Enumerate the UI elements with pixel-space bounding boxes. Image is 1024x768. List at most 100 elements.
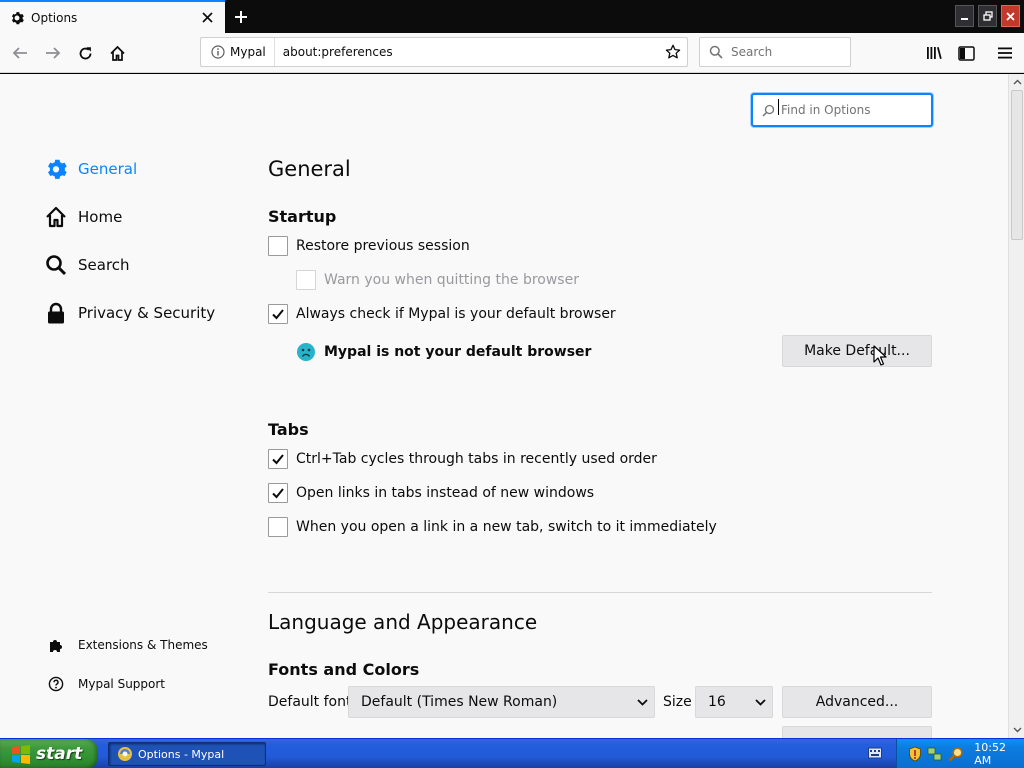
bookmark-star-icon[interactable] — [659, 44, 687, 60]
colors-button[interactable] — [782, 726, 932, 738]
identity-box[interactable]: Mypal — [201, 38, 275, 66]
sidebar-toggle-button[interactable] — [952, 39, 980, 67]
checkmark-icon — [272, 309, 284, 320]
footer-link-label: Mypal Support — [78, 677, 166, 691]
hamburger-menu-icon — [998, 47, 1012, 59]
url-bar[interactable]: Mypal about:preferences — [200, 37, 688, 67]
clock[interactable]: 10:52 AM — [974, 741, 1024, 767]
language-appearance-heading: Language and Appearance — [268, 610, 538, 634]
tabs-heading: Tabs — [268, 420, 309, 439]
forward-arrow-icon — [46, 47, 61, 59]
startup-heading: Startup — [268, 207, 337, 226]
search-tray-icon[interactable] — [948, 746, 964, 762]
windows-taskbar: start Options - Mypal 10:52 AM — [0, 738, 1024, 768]
taskbar-item-mypal[interactable]: Options - Mypal — [108, 742, 266, 766]
windows-logo-icon — [12, 745, 30, 764]
library-icon — [927, 47, 942, 59]
checkbox-label: When you open a link in a new tab, switc… — [296, 519, 717, 535]
text-caret — [778, 99, 779, 115]
checkbox-box[interactable] — [268, 449, 288, 469]
gear-icon — [44, 157, 68, 181]
network-icon[interactable] — [927, 746, 943, 762]
fonts-colors-heading: Fonts and Colors — [268, 660, 420, 679]
check-default-checkbox[interactable]: Always check if Mypal is your default br… — [268, 304, 616, 324]
gear-icon — [9, 10, 25, 26]
category-privacy-security[interactable]: Privacy & Security — [44, 301, 215, 325]
checkbox-box[interactable] — [268, 517, 288, 537]
home-button[interactable] — [103, 39, 131, 67]
start-button[interactable]: start — [0, 739, 98, 768]
search-icon — [709, 45, 723, 59]
restore-session-checkbox[interactable]: Restore previous session — [268, 236, 470, 256]
reload-button[interactable] — [71, 39, 99, 67]
page-title: General — [268, 157, 351, 181]
sidebar-icon — [957, 45, 975, 61]
checkmark-icon — [272, 488, 284, 499]
keyboard-icon[interactable] — [868, 747, 882, 759]
category-general[interactable]: General — [44, 157, 137, 181]
home-icon — [109, 45, 125, 61]
navigation-toolbar: Mypal about:preferences Search — [0, 33, 1024, 73]
checkbox-box[interactable] — [268, 304, 288, 324]
vertical-scrollbar[interactable] — [1008, 74, 1024, 738]
checkbox-label: Ctrl+Tab cycles through tabs in recently… — [296, 451, 657, 467]
category-label: Home — [78, 208, 123, 226]
tab-title: Options — [31, 10, 78, 25]
checkbox-box[interactable] — [268, 483, 288, 503]
select-value: Default (Times New Roman) — [361, 694, 558, 710]
home-icon — [44, 205, 68, 229]
checkmark-icon — [272, 454, 284, 465]
chevron-down-icon — [630, 698, 654, 706]
lock-icon — [44, 301, 68, 325]
advanced-fonts-button[interactable]: Advanced... — [782, 686, 932, 718]
shield-icon[interactable] — [907, 746, 922, 762]
search-bar[interactable]: Search — [699, 37, 851, 67]
extensions-themes-link[interactable]: Extensions & Themes — [46, 637, 208, 653]
section-divider — [268, 592, 932, 593]
mouse-cursor-icon — [873, 345, 887, 366]
switch-new-tab-checkbox[interactable]: When you open a link in a new tab, switc… — [268, 517, 717, 537]
scroll-down-icon[interactable] — [1009, 722, 1024, 738]
checkbox-label: Always check if Mypal is your default br… — [296, 306, 616, 322]
select-value: 16 — [708, 694, 726, 710]
default-font-select[interactable]: Default (Times New Roman) — [348, 686, 655, 718]
category-label: Search — [78, 256, 130, 274]
default-font-label: Default font — [268, 694, 352, 710]
minimize-button[interactable] — [955, 5, 974, 27]
new-tab-button[interactable] — [228, 4, 254, 30]
sad-face-icon — [297, 343, 315, 361]
url-text[interactable]: about:preferences — [283, 45, 659, 59]
library-button[interactable] — [920, 39, 948, 67]
restore-button[interactable] — [978, 5, 997, 27]
search-icon — [44, 253, 68, 277]
ctrl-tab-checkbox[interactable]: Ctrl+Tab cycles through tabs in recently… — [268, 449, 657, 469]
font-size-select[interactable]: 16 — [695, 686, 773, 718]
forward-button[interactable] — [39, 39, 67, 67]
category-search[interactable]: Search — [44, 253, 130, 277]
category-home[interactable]: Home — [44, 205, 122, 229]
preferences-page: Find in Options General Home Search Priv… — [0, 74, 1008, 738]
info-icon — [211, 45, 225, 59]
find-placeholder: Find in Options — [781, 103, 871, 117]
back-button[interactable] — [6, 39, 34, 67]
search-icon — [762, 104, 775, 117]
open-links-tabs-checkbox[interactable]: Open links in tabs instead of new window… — [268, 483, 594, 503]
reload-icon — [79, 46, 91, 59]
title-bar: Options — [0, 0, 1024, 33]
tab-options[interactable]: Options — [0, 0, 225, 33]
checkbox-label: Warn you when quitting the browser — [324, 272, 579, 288]
checkbox-box[interactable] — [268, 236, 288, 256]
scroll-up-icon[interactable] — [1009, 74, 1024, 90]
make-default-button[interactable]: Make Default... — [782, 335, 932, 367]
mypal-support-link[interactable]: Mypal Support — [46, 676, 165, 692]
menu-button[interactable] — [991, 39, 1019, 67]
default-browser-notice: Mypal is not your default browser — [296, 342, 591, 362]
identity-label: Mypal — [230, 45, 266, 59]
system-tray: 10:52 AM — [896, 739, 1024, 768]
chevron-down-icon — [748, 698, 772, 706]
warn-quit-checkbox: Warn you when quitting the browser — [296, 270, 579, 290]
scroll-thumb[interactable] — [1011, 90, 1023, 240]
checkbox-label: Open links in tabs instead of new window… — [296, 485, 595, 501]
close-window-button[interactable] — [1001, 5, 1020, 27]
close-tab-icon[interactable] — [197, 8, 217, 28]
